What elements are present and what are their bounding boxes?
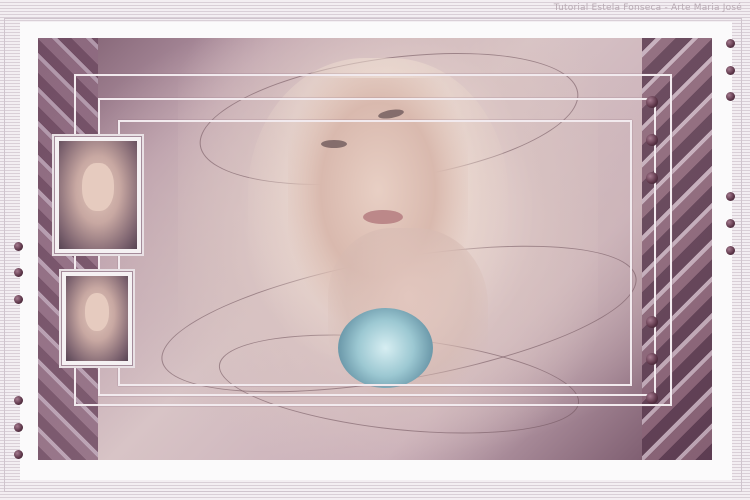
bead-decoration [726,39,735,48]
bead-decoration [14,396,23,405]
bead-decoration [14,450,23,459]
thumbnail-face [84,293,110,332]
frame-line-3 [118,120,632,386]
bead-decoration [646,134,658,146]
thumbnail-face [82,162,114,212]
thumbnail-1 [54,136,142,254]
bead-decoration [14,295,23,304]
bead-decoration [646,353,658,365]
bead-decoration [726,92,735,101]
bead-decoration [646,172,658,184]
bead-decoration [726,66,735,75]
bead-decoration [646,392,658,404]
thumbnail-image [66,276,128,361]
bead-decoration [726,192,735,201]
thumbnail-image [59,141,137,249]
bead-decoration [726,219,735,228]
bead-decoration [14,242,23,251]
artwork-page: Tutorial Estela Fonseca - Arte Maria Jos… [0,0,750,500]
bead-decoration [646,316,658,328]
thumbnail-2 [61,271,133,366]
bead-decoration [726,246,735,255]
bead-decoration [14,423,23,432]
bead-decoration [14,268,23,277]
bead-decoration [646,96,658,108]
watermark-text: Tutorial Estela Fonseca - Arte Maria Jos… [553,3,742,13]
